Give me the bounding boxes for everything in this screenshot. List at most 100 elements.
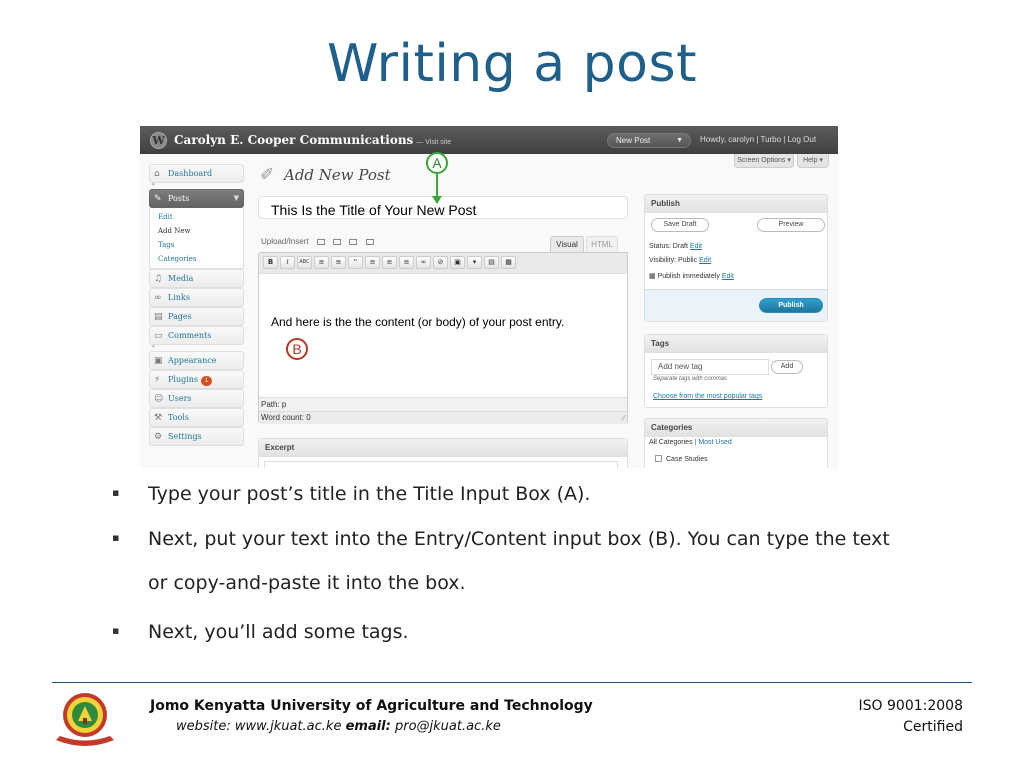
category-checkbox[interactable] bbox=[655, 455, 662, 462]
bold-button[interactable]: B bbox=[263, 256, 278, 269]
chevron-down-icon: ▼ bbox=[233, 194, 239, 202]
sidebar-item-plugins[interactable]: ⚡ Plugins 1 bbox=[149, 370, 244, 389]
dashboard-icon: ⌂ bbox=[154, 169, 160, 179]
word-count: Word count: 0 bbox=[259, 411, 627, 424]
tab-visual[interactable]: Visual bbox=[550, 236, 584, 252]
category-tab-divider: | bbox=[694, 439, 697, 446]
appearance-icon: ▣ bbox=[154, 356, 163, 366]
footer-certified: Certified bbox=[903, 719, 963, 735]
categories-heading[interactable]: Categories bbox=[645, 419, 827, 437]
tab-all-categories[interactable]: All Categories bbox=[649, 439, 693, 446]
posts-submenu: Edit Add New Tags Categories bbox=[149, 208, 244, 269]
bullet-list-button[interactable]: ≡ bbox=[314, 256, 329, 269]
sidebar-item-label: Appearance bbox=[168, 356, 217, 365]
calendar-icon: ▦ bbox=[649, 273, 656, 280]
sidebar-item-users[interactable]: ☺ Users bbox=[149, 389, 244, 408]
insert-link-button[interactable]: ∞ bbox=[416, 256, 431, 269]
new-post-dropdown[interactable]: New Post ▼ bbox=[607, 133, 691, 148]
popular-tags-link[interactable]: Choose from the most popular tags bbox=[653, 393, 762, 400]
publish-box: Publish Save Draft Preview Status: Draft… bbox=[644, 194, 828, 322]
sidebar-item-label: Settings bbox=[168, 432, 202, 441]
publish-button[interactable]: Publish bbox=[759, 298, 823, 313]
tab-most-used[interactable]: Most Used bbox=[698, 439, 731, 446]
submenu-item-tags[interactable]: Tags bbox=[158, 238, 243, 252]
numbered-list-button[interactable]: ≡ bbox=[331, 256, 346, 269]
edit-status-link[interactable]: Edit bbox=[690, 243, 702, 250]
submenu-item-edit[interactable]: Edit bbox=[158, 210, 243, 224]
submenu-item-add-new[interactable]: Add New bbox=[158, 224, 243, 238]
tag-hint: Separate tags with commas bbox=[653, 376, 728, 382]
page-title: Add New Post bbox=[284, 166, 391, 184]
sidebar-item-pages[interactable]: ▤ Pages bbox=[149, 307, 244, 326]
screen-options-button[interactable]: Screen Options ▾ bbox=[734, 154, 794, 168]
wordpress-screenshot: W Carolyn E. Cooper Communications — Visi… bbox=[140, 126, 838, 468]
tags-heading[interactable]: Tags bbox=[645, 335, 827, 353]
unlink-button[interactable]: ⊘ bbox=[433, 256, 448, 269]
bullet-text: Type your post’s title in the Title Inpu… bbox=[148, 483, 591, 505]
preview-button[interactable]: Preview bbox=[757, 218, 825, 232]
post-content-text[interactable]: And here is the the content (or body) of… bbox=[271, 315, 564, 329]
add-media-icon[interactable] bbox=[365, 239, 374, 245]
bullet-icon: ▪ bbox=[112, 624, 120, 637]
pushpin-icon: ✐ bbox=[260, 165, 275, 185]
add-image-icon[interactable] bbox=[316, 239, 325, 245]
insert-more-button[interactable]: ▣ bbox=[450, 256, 465, 269]
help-button[interactable]: Help ▾ bbox=[797, 154, 829, 168]
blockquote-button[interactable]: “ bbox=[348, 256, 363, 269]
edit-visibility-link[interactable]: Edit bbox=[699, 257, 711, 264]
post-content-editor[interactable]: B I ABC ≡ ≡ “≡ ≡ ≡ ∞ ⊘ ▣ ▾ ▤ ▦ And here is the the co… bbox=[258, 252, 628, 424]
sidebar-item-settings[interactable]: ⚙ Settings bbox=[149, 427, 244, 446]
fullscreen-button[interactable]: ▦ bbox=[501, 256, 516, 269]
excerpt-heading[interactable]: Excerpt bbox=[259, 439, 627, 457]
submenu-item-categories[interactable]: Categories bbox=[158, 252, 243, 266]
footer-iso: ISO 9001:2008 bbox=[858, 698, 963, 714]
wp-visit-site-link[interactable]: — Visit site bbox=[416, 139, 451, 146]
marker-a: A bbox=[426, 152, 448, 174]
edit-schedule-link[interactable]: Edit bbox=[722, 273, 734, 280]
media-icon: ♫ bbox=[154, 274, 163, 284]
sidebar-item-posts[interactable]: ✎ Posts ▼ bbox=[149, 189, 244, 208]
new-tag-input[interactable]: Add new tag bbox=[651, 359, 769, 375]
more-dropdown-button[interactable]: ▾ bbox=[467, 256, 482, 269]
tab-html[interactable]: HTML bbox=[586, 236, 618, 252]
update-count-badge: 1 bbox=[201, 376, 213, 386]
sidebar-item-label: Links bbox=[168, 293, 190, 302]
admin-sidebar: ⌂ Dashboard ✎ Posts ▼ Edit Add New Tags Cat… bbox=[149, 164, 244, 446]
sidebar-item-tools[interactable]: ⚒ Tools bbox=[149, 408, 244, 427]
excerpt-input[interactable] bbox=[264, 461, 618, 468]
new-post-label: New Post bbox=[616, 136, 651, 145]
spellcheck-button[interactable]: ▤ bbox=[484, 256, 499, 269]
align-left-button[interactable]: ≡ bbox=[365, 256, 380, 269]
categories-box: Categories All Categories | Most Used Ca… bbox=[644, 418, 828, 468]
add-audio-icon[interactable] bbox=[349, 239, 358, 245]
comment-icon: ▭ bbox=[154, 331, 163, 341]
sidebar-item-links[interactable]: ∞ Links bbox=[149, 288, 244, 307]
resize-handle-icon[interactable]: ⁄⁄ bbox=[623, 415, 625, 422]
strikethrough-button[interactable]: ABC bbox=[297, 256, 312, 269]
category-label: Case Studies bbox=[666, 456, 708, 463]
editor-path: Path: p bbox=[259, 397, 627, 411]
italic-button[interactable]: I bbox=[280, 256, 295, 269]
sidebar-item-dashboard[interactable]: ⌂ Dashboard bbox=[149, 164, 244, 183]
align-center-button[interactable]: ≡ bbox=[382, 256, 397, 269]
website-link[interactable]: www.jkuat.ac.ke bbox=[235, 719, 342, 734]
bullet-text-continued: or copy-and-paste it into the box. bbox=[148, 572, 466, 594]
category-item[interactable]: Case Studies bbox=[655, 455, 708, 463]
add-video-icon[interactable] bbox=[333, 239, 342, 245]
sidebar-item-comments[interactable]: ▭ Comments bbox=[149, 326, 244, 345]
email-link[interactable]: pro@jkuat.ac.ke bbox=[395, 719, 501, 734]
settings-icon: ⚙ bbox=[154, 432, 163, 442]
wp-site-title[interactable]: Carolyn E. Cooper Communications — Visit … bbox=[174, 133, 451, 147]
email-label: email: bbox=[345, 719, 391, 734]
post-title-input[interactable]: This Is the Title of Your New Post bbox=[258, 196, 628, 219]
pages-icon: ▤ bbox=[154, 312, 163, 322]
sidebar-item-media[interactable]: ♫ Media bbox=[149, 269, 244, 288]
align-right-button[interactable]: ≡ bbox=[399, 256, 414, 269]
save-draft-button[interactable]: Save Draft bbox=[651, 218, 709, 232]
sidebar-item-label: Tools bbox=[168, 413, 190, 422]
sidebar-item-appearance[interactable]: ▣ Appearance bbox=[149, 351, 244, 370]
marker-b: B bbox=[286, 338, 308, 360]
add-tag-button[interactable]: Add bbox=[771, 360, 803, 374]
user-links[interactable]: Howdy, carolyn | Turbo | Log Out bbox=[700, 135, 816, 144]
publish-heading[interactable]: Publish bbox=[645, 195, 827, 213]
